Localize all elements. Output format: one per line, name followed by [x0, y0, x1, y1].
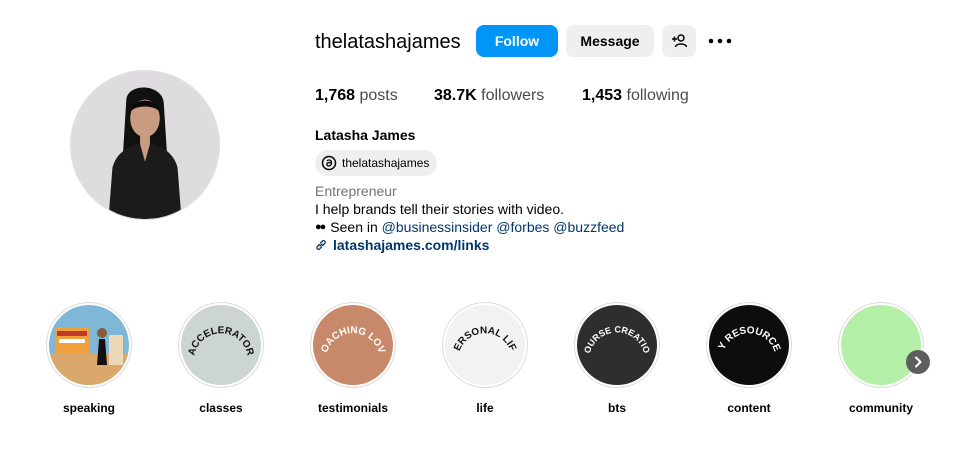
profile-username: thelatashajames	[315, 31, 461, 53]
followers-count: 38.7K	[434, 87, 477, 104]
mention-forbes[interactable]: @forbes	[496, 218, 549, 236]
profile-avatar[interactable]	[70, 70, 220, 220]
profile-link-text: latashajames.com/links	[333, 237, 490, 253]
highlight-label-bts[interactable]: bts	[567, 401, 667, 415]
followers-label: followers	[481, 87, 545, 104]
highlight-cover: ACCELERATOR	[181, 305, 261, 385]
highlight-cover: PERSONAL LIFE	[445, 305, 525, 385]
eyes-emoji-icon: ●●	[315, 221, 326, 233]
highlight-label-content[interactable]: content	[699, 401, 799, 415]
mention-businessinsider[interactable]: @businessinsider	[382, 218, 493, 236]
highlight-label-testimonials[interactable]: testimonials	[303, 401, 403, 415]
threads-badge[interactable]: thelatashajames	[315, 150, 438, 176]
follow-button[interactable]: Follow	[476, 25, 558, 57]
highlight-cover: COURSE CREATION	[577, 305, 657, 385]
highlights-next-button[interactable]	[906, 350, 930, 374]
highlight-community[interactable]	[838, 302, 924, 388]
suggested-accounts-button[interactable]	[662, 25, 696, 57]
more-options-icon	[708, 38, 732, 44]
highlight-label-community[interactable]: community	[831, 401, 931, 415]
highlight-life[interactable]: PERSONAL LIFE	[442, 302, 528, 388]
highlight-cover	[841, 305, 921, 385]
highlight-speaking[interactable]	[46, 302, 132, 388]
highlight-content[interactable]: MY RESOURCES	[706, 302, 792, 388]
highlight-bts[interactable]: COURSE CREATION	[574, 302, 660, 388]
following-count: 1,453	[582, 87, 623, 104]
stat-posts: 1,768 posts	[315, 86, 398, 106]
stat-followers[interactable]: 38.7K followers	[434, 86, 544, 106]
bio-seen-prefix: Seen in	[330, 219, 378, 235]
bio-seen-in-line: ●● Seen in @businessinsider @forbes @buz…	[315, 218, 624, 236]
profile-full-name: Latasha James	[315, 127, 416, 143]
add-person-icon	[672, 34, 687, 48]
chevron-right-icon	[915, 356, 922, 368]
highlight-label-speaking[interactable]: speaking	[39, 401, 139, 415]
link-chain-icon	[315, 239, 327, 251]
following-label: following	[626, 87, 689, 104]
posts-label: posts	[359, 87, 398, 104]
profile-category: Entrepreneur	[315, 183, 397, 199]
highlight-label-life[interactable]: life	[435, 401, 535, 415]
message-button[interactable]: Message	[566, 25, 654, 57]
highlight-classes[interactable]: ACCELERATOR	[178, 302, 264, 388]
threads-handle: thelatashajames	[342, 156, 430, 170]
profile-link[interactable]: latashajames.com/links	[315, 236, 489, 254]
highlight-cover: COACHING LOVE	[313, 305, 393, 385]
highlight-label-classes[interactable]: classes	[171, 401, 271, 415]
stat-following[interactable]: 1,453 following	[582, 86, 689, 106]
highlight-testimonials[interactable]: COACHING LOVE	[310, 302, 396, 388]
highlight-cover	[49, 305, 129, 385]
threads-icon	[321, 155, 337, 171]
more-options-button[interactable]	[706, 31, 734, 51]
posts-count: 1,768	[315, 87, 356, 104]
highlight-cover: MY RESOURCES	[709, 305, 789, 385]
profile-avatar-container[interactable]	[70, 70, 220, 220]
mention-buzzfeed[interactable]: @buzzfeed	[553, 218, 624, 236]
bio-line: I help brands tell their stories with vi…	[315, 201, 565, 217]
